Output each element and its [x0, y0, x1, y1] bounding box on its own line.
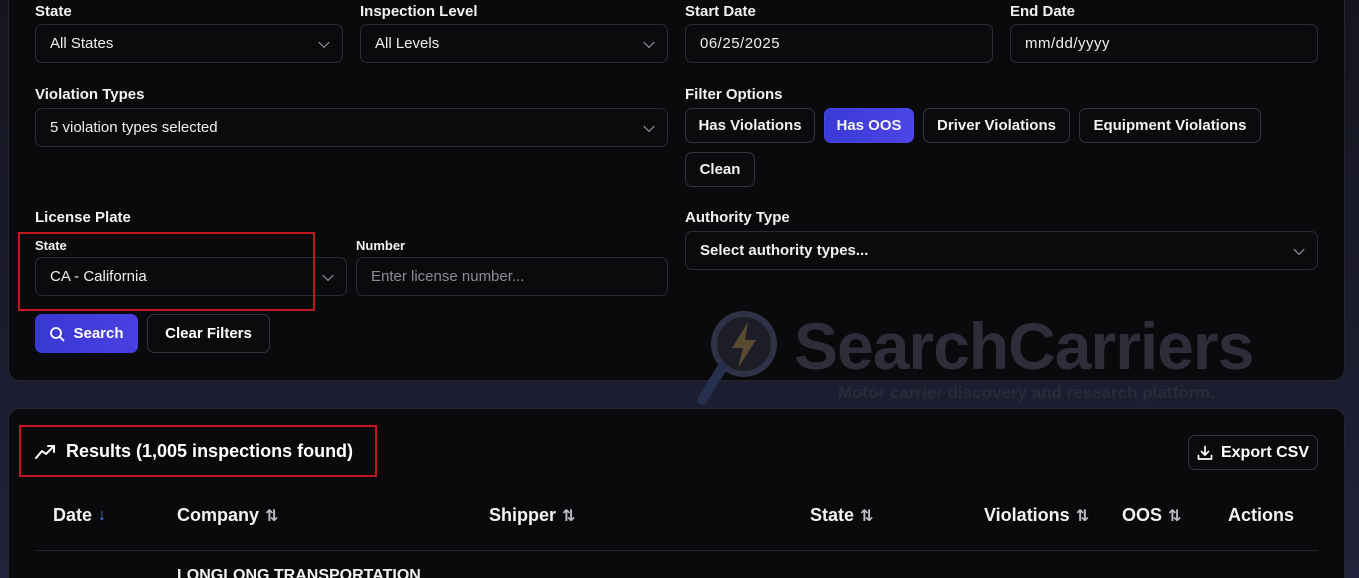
column-header-shipper-label: Shipper: [489, 505, 557, 525]
chip-has-violations[interactable]: Has Violations: [685, 108, 815, 143]
chip-clean[interactable]: Clean: [685, 152, 755, 187]
chevron-down-icon: [1293, 243, 1305, 255]
end-date-placeholder: mm/dd/yyyy: [1025, 35, 1111, 52]
export-csv-label: Export CSV: [1220, 443, 1309, 461]
column-header-company-label: Company: [177, 505, 260, 525]
chevron-down-icon: [318, 36, 330, 48]
violation-types-value: 5 violation types selected: [50, 119, 218, 136]
column-header-date[interactable]: Date ↓: [53, 505, 106, 526]
chip-equipment-violations[interactable]: Equipment Violations: [1079, 108, 1261, 143]
search-icon: [50, 326, 65, 341]
sort-icon: ⇅: [562, 507, 576, 525]
download-icon: [1197, 445, 1213, 460]
end-date-label: End Date: [1010, 3, 1076, 20]
violation-types-select[interactable]: 5 violation types selected: [35, 108, 668, 147]
filter-options-label: Filter Options: [685, 86, 783, 103]
results-title: Results (1,005 inspections found): [66, 441, 354, 461]
sort-icon: ⇅: [1168, 507, 1182, 525]
table-header-divider: [35, 550, 1318, 551]
state-select-value: All States: [50, 35, 114, 52]
clear-filters-button[interactable]: Clear Filters: [147, 314, 270, 353]
start-date-value: 06/25/2025: [700, 35, 781, 52]
column-header-violations-label: Violations: [984, 505, 1070, 525]
inspection-level-label: Inspection Level: [360, 3, 478, 20]
inspection-level-value: All Levels: [375, 35, 440, 52]
chevron-down-icon: [643, 120, 655, 132]
plate-number-input[interactable]: Enter license number...: [356, 257, 668, 296]
sort-down-arrow-icon: ↓: [98, 506, 107, 524]
plate-state-label: State: [35, 238, 67, 253]
start-date-label: Start Date: [685, 3, 756, 20]
clear-filters-label: Clear Filters: [165, 325, 252, 342]
trending-up-icon: [35, 444, 55, 459]
state-label: State: [35, 3, 72, 20]
table-row-company-cell[interactable]: LONGLONG TRANSPORTATION: [177, 567, 421, 578]
column-header-date-label: Date: [53, 505, 93, 525]
inspection-level-select[interactable]: All Levels: [360, 24, 668, 63]
authority-type-label: Authority Type: [685, 209, 790, 226]
sort-icon: ⇅: [1075, 507, 1090, 525]
column-header-shipper[interactable]: Shipper ⇅: [489, 505, 575, 526]
violation-types-label: Violation Types: [35, 86, 145, 103]
sort-icon: ⇅: [265, 507, 279, 525]
search-button-label: Search: [73, 325, 124, 342]
plate-number-label: Number: [356, 238, 406, 253]
column-header-oos[interactable]: OOS ⇅: [1122, 505, 1181, 526]
chevron-down-icon: [643, 36, 655, 48]
column-header-state-label: State: [810, 505, 855, 525]
column-header-oos-label: OOS: [1122, 505, 1163, 525]
plate-state-select[interactable]: CA - California: [35, 257, 347, 296]
plate-state-value: CA - California: [50, 268, 147, 285]
chevron-down-icon: [322, 269, 334, 281]
column-header-violations[interactable]: Violations ⇅: [984, 505, 1089, 526]
results-header: Results (1,005 inspections found): [35, 441, 353, 462]
end-date-input[interactable]: mm/dd/yyyy: [1010, 24, 1318, 63]
column-header-state[interactable]: State ⇅: [810, 505, 873, 526]
search-button[interactable]: Search: [35, 314, 138, 353]
watermark-subtitle: Motor carrier discovery and research pla…: [838, 383, 1215, 402]
plate-number-placeholder: Enter license number...: [371, 268, 525, 285]
authority-type-placeholder: Select authority types...: [700, 242, 869, 259]
column-header-company[interactable]: Company ⇅: [177, 505, 278, 526]
license-plate-label: License Plate: [35, 209, 131, 226]
export-csv-button[interactable]: Export CSV: [1188, 435, 1318, 470]
sort-icon: ⇅: [860, 507, 874, 525]
chip-driver-violations[interactable]: Driver Violations: [923, 108, 1070, 143]
state-select[interactable]: All States: [35, 24, 343, 63]
authority-type-select[interactable]: Select authority types...: [685, 231, 1318, 270]
results-panel: [8, 408, 1345, 578]
chip-has-oos[interactable]: Has OOS: [824, 108, 914, 143]
column-header-actions: Actions: [1228, 505, 1294, 526]
start-date-input[interactable]: 06/25/2025: [685, 24, 993, 63]
column-header-actions-label: Actions: [1228, 505, 1295, 525]
